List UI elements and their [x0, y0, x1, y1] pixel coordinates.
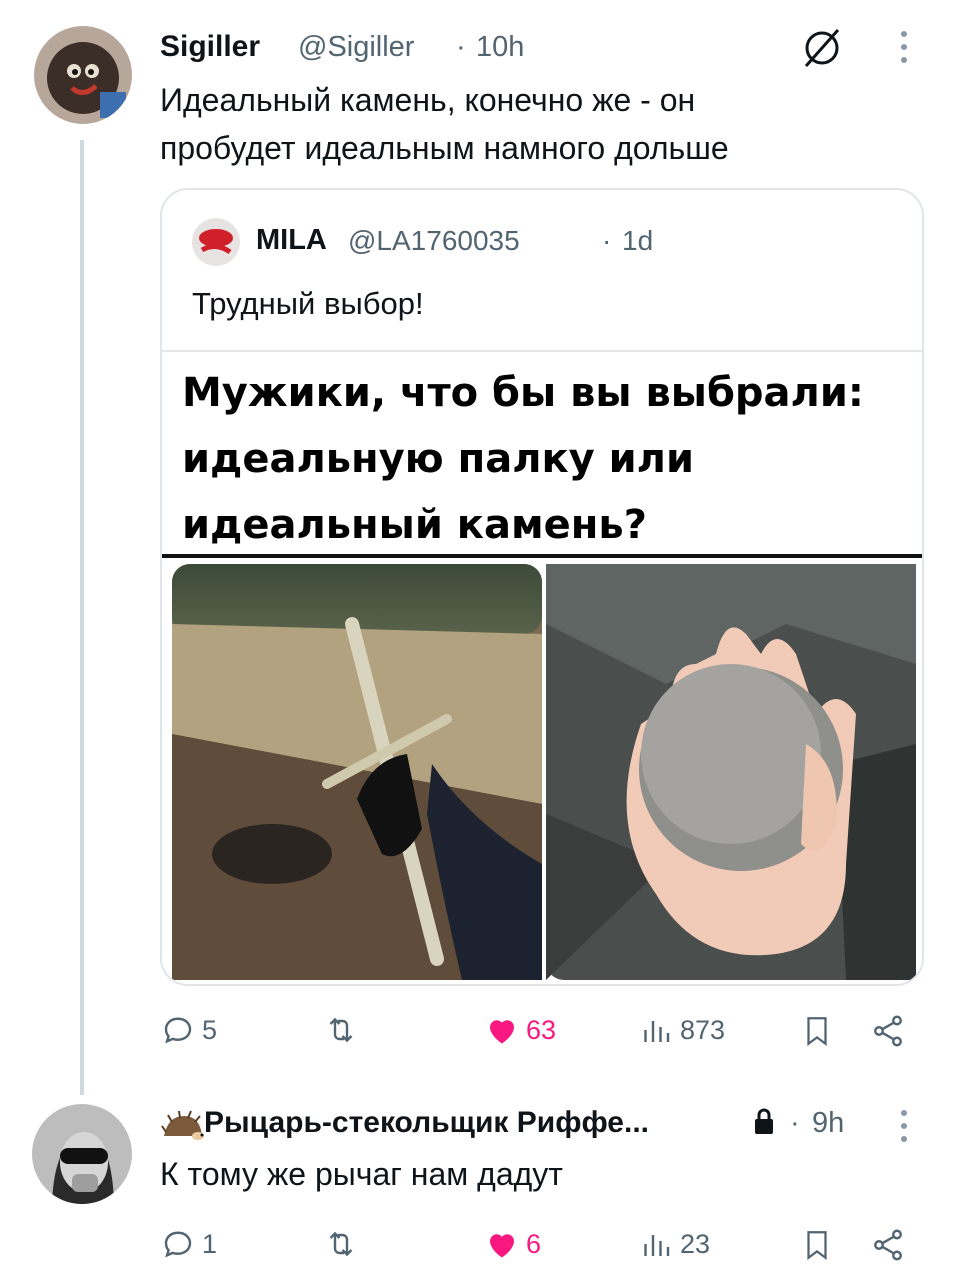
share-icon — [874, 1015, 902, 1047]
dot-separator: · — [602, 225, 612, 256]
repost-icon — [329, 1017, 353, 1043]
meme-caption-line-1: Мужики, что бы вы выбрали: — [182, 370, 864, 416]
reply-avatar[interactable] — [32, 1104, 132, 1204]
dot-separator: · — [456, 31, 466, 63]
post-text-line-2: пробудет идеальным намного дольше — [160, 130, 729, 166]
reply-button[interactable]: 1 — [160, 1226, 217, 1262]
quoted-name[interactable]: MILA — [256, 224, 327, 257]
like-count: 6 — [526, 1228, 542, 1259]
meme-image[interactable]: Мужики, что бы вы выбрали: идеальную пал… — [162, 350, 922, 984]
hedgehog-icon — [160, 1110, 204, 1149]
repost-icon — [329, 1231, 353, 1257]
dot-separator: · — [790, 1107, 800, 1139]
views-icon — [644, 1021, 670, 1042]
bookmark-icon — [807, 1231, 827, 1261]
meme-caption-line-2: идеальную палку или — [182, 436, 694, 482]
meme-photos — [162, 558, 922, 984]
reply-text: К тому же рычаг нам дадут — [160, 1156, 563, 1192]
share-button[interactable] — [870, 1226, 906, 1264]
post-text-line-1: Идеальный камень, конечно же - он — [160, 82, 696, 118]
repost-button[interactable] — [322, 1226, 366, 1262]
share-button[interactable] — [870, 1012, 906, 1050]
lock-icon — [752, 1106, 776, 1143]
heart-icon — [490, 1020, 514, 1044]
bookmark-button[interactable] — [800, 1226, 834, 1264]
thread-line — [80, 140, 84, 1095]
more-icon[interactable] — [901, 1110, 909, 1149]
share-icon — [874, 1229, 902, 1261]
quoted-post[interactable]: MILA @LA1760035 · 1d Трудный выбор! Мужи… — [160, 188, 924, 986]
like-button[interactable]: 6 — [484, 1226, 541, 1262]
views-count: 23 — [680, 1228, 711, 1259]
author-avatar[interactable] — [34, 26, 132, 124]
reply-author-name[interactable]: Рыцарь-стекольщик Риффе... — [204, 1106, 649, 1140]
views-count: 873 — [680, 1014, 726, 1045]
meme-caption-line-3: идеальный камень? — [182, 502, 647, 548]
post-time[interactable]: 10h — [476, 31, 524, 64]
reply-button[interactable]: 5 — [160, 1012, 217, 1048]
like-button[interactable]: 63 — [484, 1012, 556, 1048]
meme-caption: Мужики, что бы вы выбрали: идеальную пал… — [182, 360, 912, 558]
bookmark-button[interactable] — [800, 1012, 834, 1050]
slash-circle-icon[interactable] — [798, 24, 846, 77]
quoted-handle[interactable]: @LA1760035 — [348, 225, 520, 257]
heart-icon — [490, 1234, 514, 1258]
quoted-avatar[interactable] — [192, 218, 240, 266]
reply-count: 1 — [202, 1228, 218, 1259]
views-button[interactable]: 23 — [638, 1226, 710, 1262]
more-icon[interactable] — [901, 31, 909, 70]
bookmark-icon — [807, 1017, 827, 1047]
quoted-time[interactable]: 1d — [622, 225, 653, 257]
stick-photo — [172, 564, 542, 980]
views-icon — [644, 1235, 670, 1256]
repost-button[interactable] — [322, 1012, 366, 1048]
reply-icon — [164, 1017, 192, 1044]
reply-time[interactable]: 9h — [812, 1107, 844, 1140]
author-name[interactable]: Sigiller — [160, 30, 260, 64]
stone-photo — [546, 564, 916, 980]
quoted-text: Трудный выбор! — [192, 286, 424, 321]
like-count: 63 — [526, 1014, 557, 1045]
author-handle[interactable]: @Sigiller — [298, 31, 414, 64]
views-button[interactable]: 873 — [638, 1012, 725, 1048]
reply-icon — [164, 1231, 192, 1258]
reply-count: 5 — [202, 1014, 218, 1045]
